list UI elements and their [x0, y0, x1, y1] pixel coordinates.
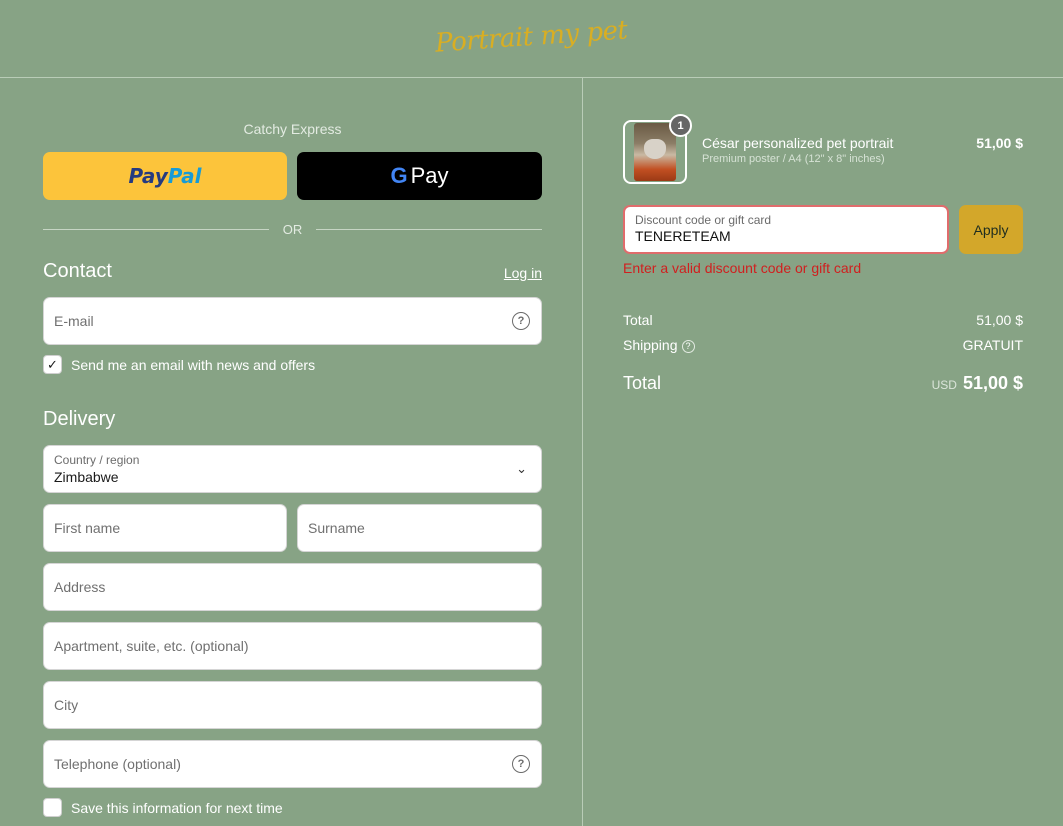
- store-logo[interactable]: Portrait my pet: [434, 15, 628, 58]
- chevron-down-icon: ⌄: [516, 461, 527, 476]
- city-field[interactable]: City: [43, 681, 542, 729]
- newsletter-label: Send me an email with news and offers: [71, 356, 316, 373]
- country-select[interactable]: Country / region Zimbabwe ⌄: [43, 445, 542, 493]
- country-label: Country / region: [54, 453, 140, 467]
- apartment-placeholder: Apartment, suite, etc. (optional): [54, 638, 249, 654]
- email-placeholder: E-mail: [54, 313, 94, 329]
- surname-placeholder: Surname: [308, 520, 365, 536]
- apply-discount-button[interactable]: Apply: [959, 205, 1023, 254]
- divider-line: [316, 228, 542, 230]
- google-g-icon: G: [390, 163, 408, 188]
- discount-label: Discount code or gift card: [635, 213, 772, 227]
- country-value: Zimbabwe: [54, 469, 119, 485]
- product-price: 51,00 $: [976, 135, 1023, 151]
- login-link[interactable]: Log in: [504, 265, 542, 281]
- subtotal-label: Total: [623, 312, 653, 328]
- subtotal-row: Total 51,00 $: [623, 312, 1023, 328]
- email-field[interactable]: E-mail ?: [43, 297, 542, 345]
- or-separator: OR: [43, 221, 542, 237]
- discount-code-input[interactable]: Discount code or gift card TENERETEAM: [623, 205, 949, 254]
- save-info-label: Save this information for next time: [71, 799, 283, 816]
- paypal-logo-part2: Pal: [167, 164, 202, 188]
- help-icon[interactable]: ?: [681, 339, 695, 353]
- checkbox-checked-icon[interactable]: ✓: [43, 355, 62, 374]
- or-text: OR: [282, 221, 303, 237]
- column-divider: [582, 78, 583, 826]
- telephone-placeholder: Telephone (optional): [54, 756, 181, 772]
- discount-value: TENERETEAM: [635, 228, 731, 244]
- express-checkout-label: Catchy Express: [243, 121, 342, 137]
- currency-code: USD: [931, 378, 957, 392]
- divider-line: [43, 228, 269, 230]
- address-field[interactable]: Address: [43, 563, 542, 611]
- total-value: 51,00 $: [962, 373, 1023, 393]
- shipping-value: GRATUIT: [962, 337, 1023, 353]
- site-header: Portrait my pet: [0, 0, 1063, 78]
- google-pay-label: Pay: [410, 163, 449, 188]
- total-label: Total: [623, 373, 662, 393]
- save-info-checkbox-row[interactable]: Save this information for next time: [43, 798, 283, 817]
- city-placeholder: City: [54, 697, 79, 713]
- quantity-badge: 1: [669, 114, 692, 137]
- first-name-field[interactable]: First name: [43, 504, 287, 552]
- surname-field[interactable]: Surname: [297, 504, 542, 552]
- help-icon[interactable]: ?: [512, 312, 530, 330]
- checkbox-unchecked-icon[interactable]: [43, 798, 62, 817]
- product-variant: Premium poster / A4 (12" x 8" inches): [702, 153, 885, 165]
- paypal-logo-part1: Pay: [128, 164, 168, 188]
- discount-error-message: Enter a valid discount code or gift card: [623, 260, 862, 276]
- contact-heading: Contact: [43, 260, 112, 282]
- shipping-row: Shipping? GRATUIT: [623, 337, 1023, 353]
- product-name: César personalized pet portrait: [702, 135, 894, 151]
- apartment-field[interactable]: Apartment, suite, etc. (optional): [43, 622, 542, 670]
- google-pay-button[interactable]: G Pay: [297, 152, 542, 200]
- newsletter-checkbox-row[interactable]: ✓ Send me an email with news and offers: [43, 355, 315, 374]
- first-name-placeholder: First name: [54, 520, 121, 536]
- address-placeholder: Address: [54, 579, 106, 595]
- delivery-heading: Delivery: [43, 408, 116, 430]
- telephone-field[interactable]: Telephone (optional) ?: [43, 740, 542, 788]
- help-icon[interactable]: ?: [512, 755, 530, 773]
- shipping-label: Shipping: [623, 337, 678, 353]
- pet-portrait-image: [634, 123, 676, 181]
- total-row: Total USD 51,00 $: [623, 373, 1023, 394]
- paypal-button[interactable]: Pay Pal: [43, 152, 287, 200]
- subtotal-value: 51,00 $: [976, 312, 1023, 328]
